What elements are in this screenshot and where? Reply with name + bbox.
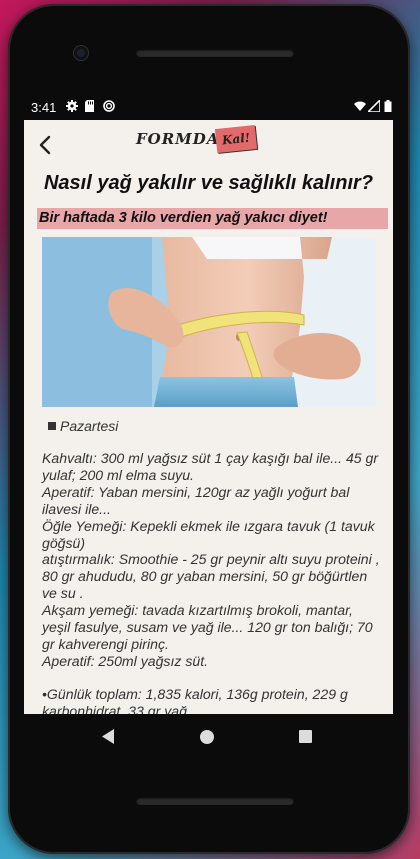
meal-line-dinner: Akşam yemeği: tavada kızartılmış brokoli…: [42, 602, 373, 652]
daily-total-line: •Günlük toplam: 1,835 kalori, 136g prote…: [42, 685, 348, 714]
logo-text-formda: FORMDA: [136, 130, 220, 148]
waist-measuring-illustration: [42, 237, 376, 407]
article-subtitle: Bir haftada 3 kilo verdien yağ yakıcı di…: [37, 208, 388, 229]
battery-icon: [384, 100, 392, 112]
settings-icon: [66, 100, 78, 112]
article-body: Kahvaltı: 300 ml yağsız süt 1 çay kaşığı…: [42, 450, 380, 714]
app-logo: FORMDA Kal!: [136, 124, 258, 156]
article-title: Nasıl yağ yakılır ve sağlıklı kalınır?: [43, 172, 374, 194]
article-image: [42, 237, 376, 407]
bottom-speaker: [136, 797, 294, 805]
status-bar: 3:41: [24, 96, 394, 120]
meal-line-snack-3: Aperatif: 250ml yağsız süt.: [42, 652, 209, 669]
sync-icon: [103, 100, 115, 112]
cell-signal-icon: [368, 100, 380, 112]
status-time: 3:41: [31, 100, 57, 115]
nav-home-icon[interactable]: [200, 730, 214, 744]
nav-recents-icon[interactable]: [299, 730, 312, 743]
meal-line-lunch: Öğle Yemeği: Kepekli ekmek ile ızgara ta…: [42, 517, 375, 551]
wifi-icon: [354, 101, 366, 111]
meal-line-snack-1: Aperatif: Yaban mersini, 120gr az yağlı …: [42, 483, 350, 517]
top-speaker: [136, 49, 294, 57]
app-bar: FORMDA Kal!: [24, 120, 393, 170]
logo-text-kal: Kal!: [214, 124, 258, 154]
meal-line-breakfast: Kahvaltı: 300 ml yağsız süt 1 çay kaşığı…: [42, 450, 379, 483]
front-camera: [74, 46, 88, 60]
meal-line-snack-2: atıştırmalık: Smoothie - 25 gr peynir al…: [42, 551, 380, 602]
system-nav-bar: [24, 714, 393, 760]
app-screen: FORMDA Kal! Nasıl yağ yakılır ve sağlıkl…: [24, 120, 393, 714]
nav-back-icon[interactable]: [102, 729, 115, 744]
sd-card-icon: [85, 100, 94, 112]
section-heading-text: Pazartesi: [60, 418, 119, 434]
phone-frame: 3:41 FORMDA Kal! Nasıl yağ yakılır ve sa…: [8, 4, 410, 854]
section-heading: Pazartesi: [48, 418, 118, 434]
back-arrow-icon[interactable]: [36, 134, 54, 156]
square-bullet-icon: [48, 422, 56, 430]
